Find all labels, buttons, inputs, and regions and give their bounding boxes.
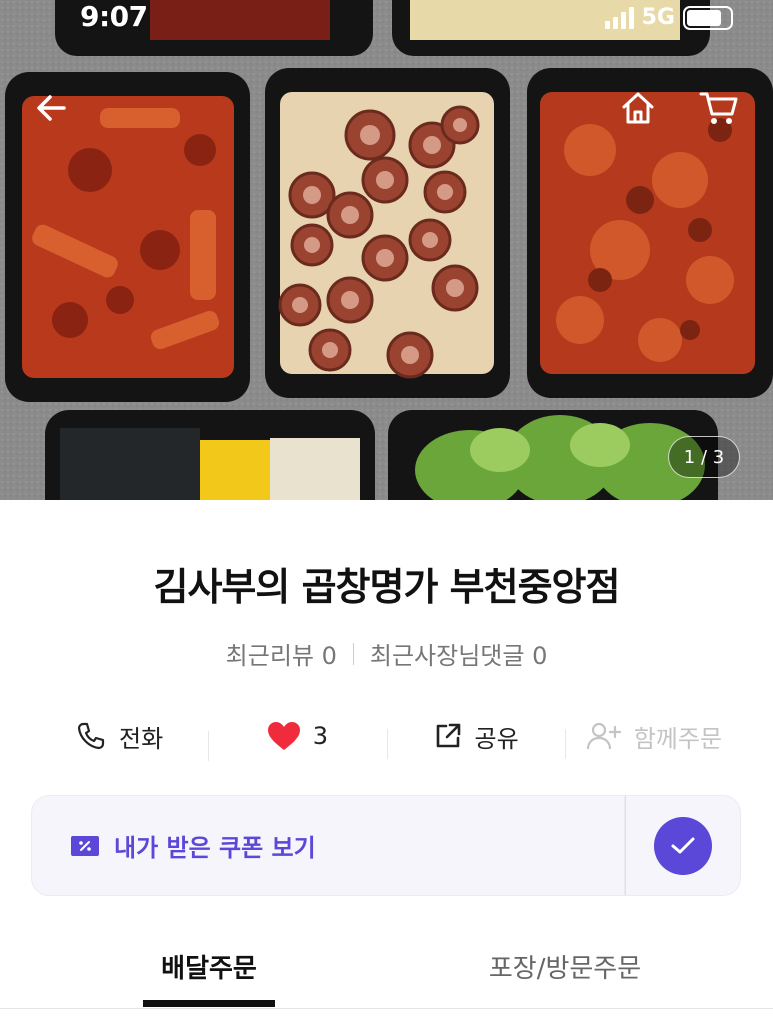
order-type-tabs: 배달주문 포장/방문주문: [0, 930, 773, 1031]
share-icon: [436, 723, 460, 748]
cart-icon: [699, 92, 738, 124]
share-button[interactable]: 공유: [386, 719, 565, 759]
add-person-icon: [586, 722, 621, 750]
call-button[interactable]: 전화: [30, 719, 208, 754]
status-indicators: 5G: [604, 5, 733, 30]
store-name: 김사부의 곱창명가 부천중앙점: [153, 565, 621, 609]
view-my-coupons-button[interactable]: 내가 받은 쿠폰 보기: [31, 795, 625, 896]
store-photo-carousel[interactable]: 9:07 5G 1 / 3: [0, 0, 773, 500]
carousel-page-indicator: 1 / 3: [668, 436, 740, 478]
like-button[interactable]: 3: [208, 721, 386, 761]
coupon-check-button[interactable]: [625, 795, 741, 896]
status-bar: 9:07 5G: [0, 0, 773, 36]
review-summary: 최근리뷰 0 최근사장님댓글 0: [0, 636, 773, 671]
signal-icon: [604, 6, 634, 29]
tab-delivery-order[interactable]: 배달주문: [143, 948, 275, 985]
food-photo: [0, 0, 773, 500]
call-label: 전화: [119, 724, 164, 753]
home-icon: [622, 92, 654, 124]
store-actions: 전화 3 공유 함께주문: [30, 708, 743, 764]
active-tab-indicator: [143, 1000, 275, 1007]
share-label: 공유: [474, 724, 519, 753]
recent-reviews-link[interactable]: 최근리뷰 0: [226, 636, 337, 671]
group-order-label: 함께주문: [633, 724, 723, 753]
heart-icon: [267, 722, 300, 750]
arrow-left-icon: [37, 95, 66, 121]
coupon-icon: [71, 835, 99, 856]
divider: [352, 642, 354, 665]
group-order-button[interactable]: 함께주문: [564, 719, 743, 759]
tab-divider: [0, 1008, 773, 1009]
back-button[interactable]: [28, 84, 76, 132]
cart-button[interactable]: [695, 84, 743, 132]
network-type: 5G: [641, 5, 675, 30]
coupon-label: 내가 받은 쿠폰 보기: [114, 834, 316, 862]
battery-icon: [683, 5, 733, 30]
status-time: 9:07: [80, 0, 148, 33]
battery-level: [687, 9, 721, 26]
home-button[interactable]: [614, 84, 662, 132]
recent-owner-comments-link[interactable]: 최근사장님댓글 0: [370, 636, 547, 671]
like-count: 3: [312, 722, 329, 750]
tab-pickup-order[interactable]: 포장/방문주문: [470, 948, 660, 985]
phone-icon: [77, 722, 105, 750]
check-icon: [654, 816, 712, 875]
